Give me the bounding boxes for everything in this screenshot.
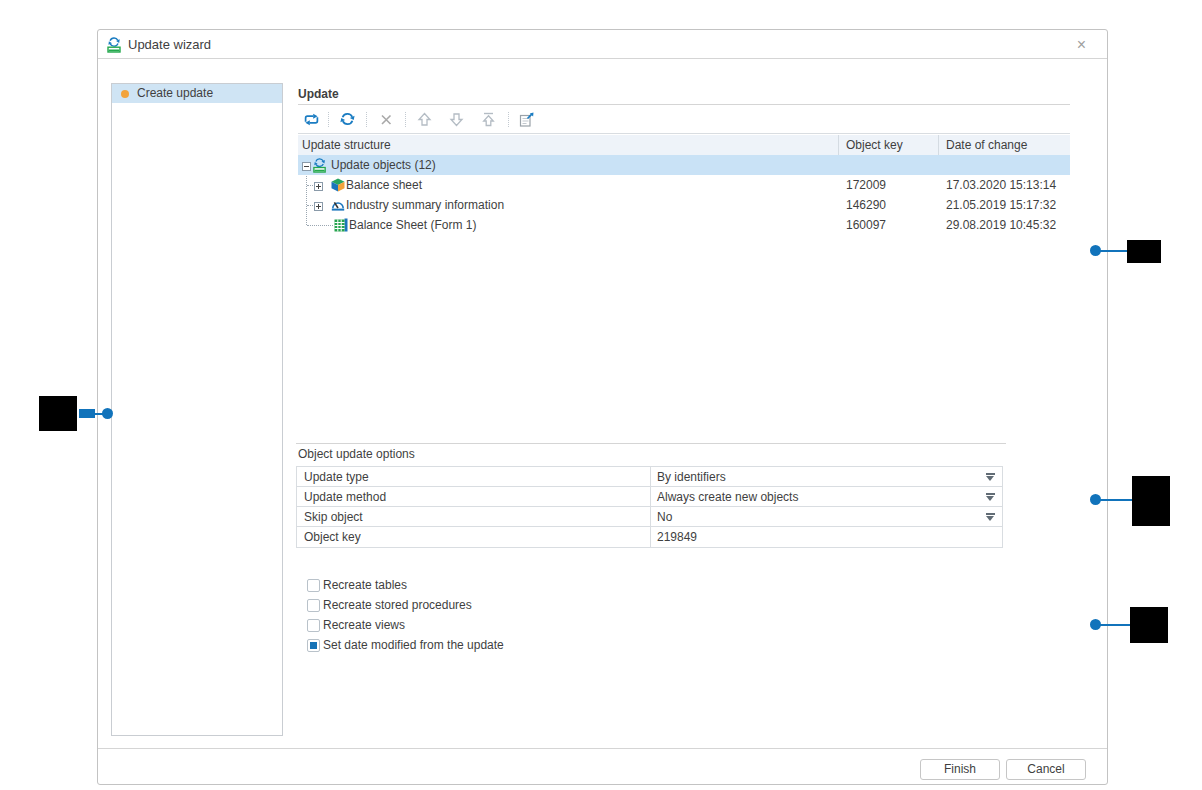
option-label: Skip object — [304, 507, 363, 527]
callout-line — [1096, 624, 1130, 626]
update-wizard-icon — [106, 36, 123, 53]
column-separator — [650, 527, 651, 547]
update-objects-icon — [312, 157, 328, 173]
redaction-box — [39, 396, 77, 431]
tree-row-label: Industry summary information — [346, 195, 504, 215]
cell-object-key: 146290 — [846, 195, 886, 215]
option-row-update-type: Update type By identifiers — [297, 467, 1002, 487]
checkbox-label: Recreate tables — [323, 576, 407, 595]
toolbar-separator — [508, 112, 509, 127]
checkbox-label: Recreate stored procedures — [323, 596, 472, 615]
delete-icon[interactable] — [378, 111, 395, 128]
redaction-box — [1132, 476, 1170, 526]
option-row-update-method: Update method Always create new objects — [297, 487, 1002, 507]
option-row-object-key: Object key 219849 — [297, 527, 1002, 547]
expand-icon[interactable] — [314, 200, 323, 209]
step-bullet-icon — [121, 90, 129, 98]
update-wizard-dialog: Update wizard × Create update Update — [97, 29, 1108, 785]
collapse-icon[interactable] — [302, 160, 311, 169]
cell-date-of-change: 29.08.2019 10:45:32 — [946, 215, 1056, 235]
table-header: Update structure Object key Date of chan… — [298, 135, 1070, 155]
toolbar — [298, 105, 1070, 134]
move-top-icon[interactable] — [480, 111, 497, 128]
redaction-box — [1130, 607, 1168, 643]
option-value-dropdown[interactable]: By identifiers — [657, 467, 726, 487]
column-header-date-of-change[interactable]: Date of change — [946, 135, 1027, 155]
move-down-icon[interactable] — [448, 111, 465, 128]
chevron-down-icon[interactable] — [986, 493, 995, 502]
column-separator — [650, 507, 651, 527]
chevron-down-icon[interactable] — [986, 513, 995, 522]
dialog-title: Update wizard — [128, 37, 211, 52]
update-structure-icon[interactable] — [303, 111, 320, 128]
move-up-icon[interactable] — [416, 111, 433, 128]
expand-icon[interactable] — [314, 180, 323, 189]
option-value-dropdown[interactable]: No — [657, 507, 672, 527]
cell-object-key: 160097 — [846, 215, 886, 235]
checkbox-icon[interactable] — [307, 639, 320, 652]
cancel-button[interactable]: Cancel — [1006, 759, 1086, 780]
toolbar-separator — [366, 112, 367, 127]
option-value-dropdown[interactable]: Always create new objects — [657, 487, 798, 507]
object-update-options-table: Update type By identifiers Update method… — [296, 466, 1003, 548]
open-form-icon[interactable] — [518, 111, 535, 128]
tree-row-balance-sheet[interactable]: Balance sheet 172009 17.03.2020 15:13:14 — [298, 175, 1070, 195]
section-title-update: Update — [298, 87, 339, 101]
sidebar-item-label: Create update — [137, 84, 213, 103]
chevron-down-icon[interactable] — [986, 473, 995, 482]
update-structure-table: Update structure Object key Date of chan… — [298, 135, 1070, 235]
redaction-box — [1127, 240, 1161, 263]
sidebar-item-create-update[interactable]: Create update — [112, 84, 282, 103]
divider — [296, 443, 1006, 444]
option-label: Update method — [304, 487, 386, 507]
toolbar-separator — [405, 112, 406, 127]
column-separator — [650, 467, 651, 487]
table-grid-icon — [334, 218, 348, 232]
option-row-skip-object: Skip object No — [297, 507, 1002, 527]
column-separator — [838, 135, 839, 155]
titlebar: Update wizard × — [98, 30, 1107, 59]
toolbar-separator — [328, 112, 329, 127]
column-header-object-key[interactable]: Object key — [846, 135, 903, 155]
callout-line — [1096, 499, 1132, 501]
callout-bar — [79, 409, 95, 418]
cell-date-of-change: 21.05.2019 15:17:32 — [946, 195, 1056, 215]
cell-object-key: 172009 — [846, 175, 886, 195]
cube-icon — [331, 178, 345, 192]
callout-dot — [102, 408, 113, 419]
cell-date-of-change: 17.03.2020 15:13:14 — [946, 175, 1056, 195]
option-label: Object key — [304, 527, 361, 547]
close-icon[interactable]: × — [1077, 35, 1086, 54]
gauge-icon — [331, 198, 345, 212]
checkbox-icon[interactable] — [307, 579, 320, 592]
checkbox-label: Set date modified from the update — [323, 636, 504, 655]
tree-row-label: Balance sheet — [346, 175, 422, 195]
column-separator — [650, 487, 651, 507]
column-separator — [938, 135, 939, 155]
checkbox-label: Recreate views — [323, 616, 405, 635]
option-value[interactable]: 219849 — [657, 527, 697, 547]
tree-row-update-objects[interactable]: Update objects (12) — [298, 155, 1070, 175]
tree-row-industry-summary[interactable]: Industry summary information 146290 21.0… — [298, 195, 1070, 215]
column-header-update-structure[interactable]: Update structure — [302, 135, 391, 155]
section-title-object-update-options: Object update options — [298, 447, 415, 461]
tree-row-balance-sheet-form1[interactable]: Balance Sheet (Form 1) 160097 29.08.2019… — [298, 215, 1070, 235]
option-label: Update type — [304, 467, 369, 487]
refresh-icon[interactable] — [339, 111, 356, 128]
checkbox-icon[interactable] — [307, 619, 320, 632]
callout-line — [1096, 250, 1127, 252]
wizard-steps-panel: Create update — [111, 83, 283, 736]
checkbox-icon[interactable] — [307, 599, 320, 612]
tree-row-label: Update objects (12) — [331, 155, 436, 175]
tree-row-label: Balance Sheet (Form 1) — [349, 215, 476, 235]
finish-button[interactable]: Finish — [920, 759, 1000, 780]
footer-divider — [98, 748, 1107, 749]
